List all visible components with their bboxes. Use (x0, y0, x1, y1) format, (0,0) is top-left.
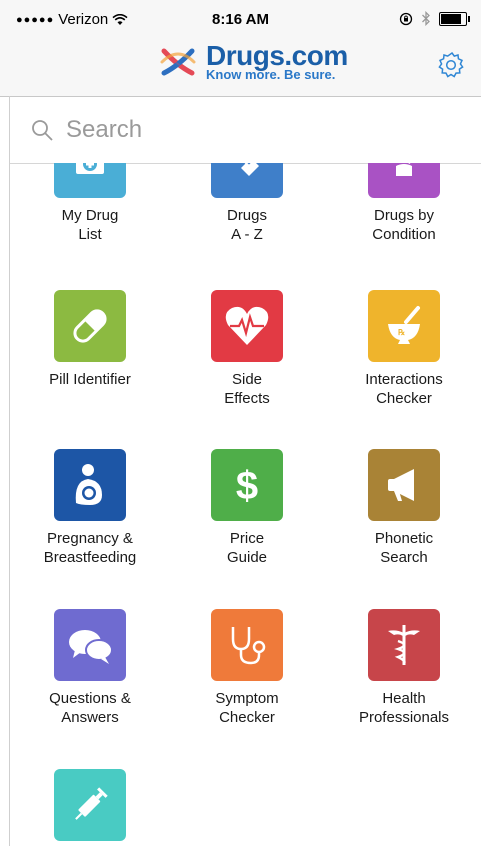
tile-label: Phonetic Search (374, 530, 434, 566)
tag-icon (241, 163, 259, 176)
tile-icon-box: $ (211, 449, 283, 521)
bluetooth-icon (422, 11, 430, 26)
tile-label: Drugs by Condition (372, 207, 436, 243)
heart-pulse-icon (225, 306, 269, 345)
tile-symptom-checker[interactable]: Symptom Checker (167, 609, 327, 727)
tile-icon-box (54, 449, 126, 521)
tile-label: Drugs A - Z (226, 207, 267, 243)
speech-bubbles-icon (69, 630, 113, 664)
tile-my-drug-list[interactable]: My Drug List (10, 163, 170, 244)
tile-icon-box (211, 290, 283, 362)
mortar-pestle-icon: ℞ (388, 306, 420, 344)
brand-tagline: Know more. Be sure. (206, 67, 336, 82)
tile-health-professionals[interactable]: Health Professionals (324, 609, 481, 727)
caduceus-icon (388, 625, 420, 665)
nav-bar: Drugs.com Know more. Be sure. (0, 36, 481, 97)
tile-icon-box (211, 163, 283, 198)
tile-interactions-checker[interactable]: ℞ Interactions Checker (324, 290, 481, 408)
status-bar: ●●●●● Verizon 8:16 AM (0, 0, 481, 36)
tile-icon-box (54, 609, 126, 681)
tile-icon-box (211, 609, 283, 681)
tile-icon-box (54, 290, 126, 362)
svg-text:℞: ℞ (398, 328, 405, 337)
tile-price-guide[interactable]: $ Price Guide (167, 449, 327, 567)
logo-mark-icon (160, 48, 196, 76)
search-bar (10, 97, 481, 164)
pill-icon (73, 309, 107, 343)
tile-drugs-by-condition[interactable]: Drugs by Condition (324, 163, 481, 244)
tile-questions-answers[interactable]: Questions & Answers (10, 609, 170, 727)
tile-label: Symptom Checker (215, 690, 279, 726)
status-right (399, 11, 470, 26)
tile-label: Interactions Checker (365, 371, 443, 407)
megaphone-icon (388, 469, 414, 501)
tile-label: My Drug List (61, 207, 119, 243)
tile-pregnancy-breastfeeding[interactable]: Pregnancy & Breastfeeding (10, 449, 170, 567)
search-icon (32, 120, 53, 141)
tile-icon-box (368, 609, 440, 681)
tile-icon-box (54, 769, 126, 841)
brand-name: Drugs.com (206, 40, 348, 71)
battery-icon (439, 11, 470, 26)
logo-text: Drugs.com Know more. Be sure. (206, 42, 348, 82)
medical-folder-icon (76, 163, 104, 174)
tile-label: Price Guide (226, 530, 268, 566)
stethoscope-icon (231, 627, 266, 665)
feature-grid: My Drug List Drugs A - Z Drugs by Condit… (10, 163, 481, 846)
mother-baby-icon (75, 464, 102, 505)
tile-phonetic-search[interactable]: Phonetic Search (324, 449, 481, 567)
tile-pill-identifier[interactable]: Pill Identifier (10, 290, 170, 389)
tile-syringe[interactable] (10, 769, 170, 846)
dollar-icon: $ (236, 464, 258, 508)
svg-text:$: $ (236, 464, 258, 508)
search-input[interactable] (64, 115, 448, 145)
tile-side-effects[interactable]: Side Effects (167, 290, 327, 408)
left-divider (9, 96, 10, 846)
tile-label: Questions & Answers (49, 690, 131, 726)
tile-icon-box (368, 163, 440, 198)
body-icon (396, 163, 412, 176)
tile-label: Health Professionals (358, 690, 450, 726)
drugs-com-logo[interactable]: Drugs.com Know more. Be sure. (156, 42, 348, 82)
tile-icon-box (54, 163, 126, 198)
settings-gear-icon[interactable] (437, 50, 467, 80)
syringe-icon (75, 787, 108, 820)
orientation-lock-icon (399, 12, 413, 25)
tile-label: Pregnancy & Breastfeeding (43, 530, 137, 566)
tile-label: Side Effects (224, 371, 270, 407)
app-screen: ●●●●● Verizon 8:16 AM Drugs.com Know mor… (0, 0, 481, 846)
tile-icon-box (368, 449, 440, 521)
tile-label: Pill Identifier (49, 371, 131, 388)
tile-icon-box: ℞ (368, 290, 440, 362)
tile-drugs-a-z[interactable]: Drugs A - Z (167, 163, 327, 244)
